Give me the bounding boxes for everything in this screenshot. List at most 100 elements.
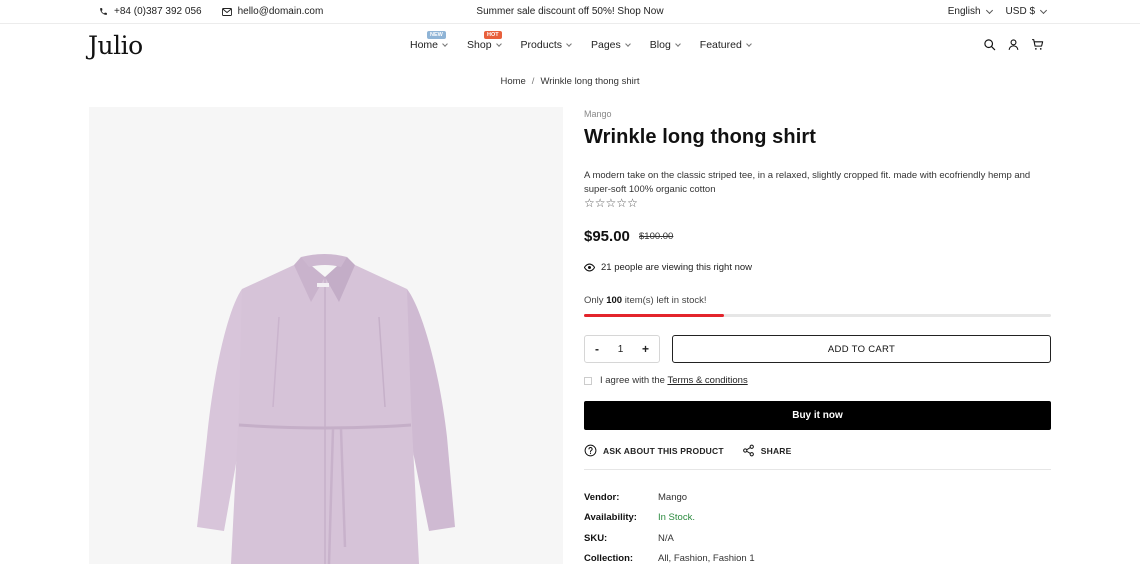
product-price: $95.00 — [584, 228, 630, 245]
agree-label: I agree with the — [600, 375, 665, 386]
meta-value: N/A — [658, 532, 674, 544]
meta-value[interactable]: All, Fashion, Fashion 1 — [658, 553, 755, 564]
meta-key: SKU: — [584, 532, 608, 544]
new-badge: NEW — [427, 31, 446, 39]
search-icon[interactable] — [983, 38, 996, 51]
hot-badge: HOT — [484, 31, 502, 39]
share-label: SHARE — [760, 445, 792, 456]
site-logo[interactable]: Julio — [88, 31, 143, 60]
stock-notice: Only 100 item(s) left in stock! — [584, 295, 707, 306]
increase-button[interactable]: + — [642, 342, 649, 356]
nav-item-shop[interactable]: Shop HOT — [467, 31, 502, 51]
stock-prefix: Only — [584, 295, 604, 306]
chevron-down-icon — [985, 6, 993, 14]
promo-text[interactable]: Summer sale discount off 50%! Shop Now — [476, 6, 663, 17]
viewing-text: 21 people are viewing this right now — [601, 262, 753, 273]
nav-label: Home — [410, 39, 439, 51]
mail-icon — [221, 7, 232, 16]
divider — [584, 469, 1051, 470]
eye-icon — [584, 263, 595, 272]
quantity-stepper: - 1 + — [584, 335, 660, 363]
agree-checkbox[interactable] — [584, 376, 592, 385]
nav-item-home[interactable]: Home NEW — [410, 31, 448, 51]
meta-row-collection: Collection: All, Fashion, Fashion 1 — [584, 553, 755, 564]
quantity-value[interactable]: 1 — [618, 344, 624, 355]
add-to-cart-button[interactable]: ADD TO CART — [672, 335, 1051, 363]
product-vendor[interactable]: Mango — [584, 109, 612, 119]
nav-label: Blog — [649, 39, 671, 51]
chevron-down-icon — [566, 40, 572, 47]
phone-icon — [100, 8, 107, 15]
stock-progress-fill — [584, 314, 725, 317]
nav-item-products[interactable]: Products — [520, 39, 572, 51]
product-image — [197, 254, 455, 564]
nav-label: Featured — [699, 39, 742, 51]
meta-value[interactable]: Mango — [658, 492, 687, 512]
main-nav: Home NEW Shop HOT Products Pages Blog Fe… — [410, 31, 752, 51]
cart-icon[interactable] — [1031, 38, 1044, 51]
language-selector[interactable]: English — [947, 6, 993, 17]
product-title: Wrinkle long thong shirt — [584, 126, 817, 148]
stock-progress-bar — [584, 314, 1051, 317]
meta-row-sku: SKU: N/A — [584, 533, 755, 553]
currency-label: USD $ — [1005, 6, 1035, 17]
rating-stars[interactable]: ☆☆☆☆☆ — [584, 196, 638, 210]
breadcrumb-home[interactable]: Home — [500, 76, 525, 87]
meta-row-availability: Availability: In Stock. — [584, 512, 755, 532]
agree-text: I agree with the Terms & conditions — [600, 375, 748, 386]
star-icon: ☆ — [605, 196, 617, 210]
meta-key: Availability: — [584, 512, 637, 524]
star-icon: ☆ — [584, 196, 595, 210]
chevron-down-icon — [624, 40, 631, 47]
stock-suffix: item(s) left in stock! — [624, 295, 707, 306]
header-icons — [983, 38, 1044, 51]
breadcrumb-current: Wrinkle long thong shirt — [540, 76, 640, 87]
nav-label: Products — [520, 39, 562, 51]
breadcrumb-separator: / — [531, 76, 535, 87]
chevron-down-icon — [495, 40, 502, 47]
email-contact[interactable]: hello@domain.com — [221, 6, 324, 17]
nav-label: Shop — [467, 39, 492, 51]
language-label: English — [947, 6, 981, 17]
breadcrumb: Home / Wrinkle long thong shirt — [0, 76, 1140, 87]
share-product[interactable]: SHARE — [742, 444, 792, 457]
ask-label: ASK ABOUT THIS PRODUCT — [603, 445, 724, 456]
user-icon[interactable] — [1007, 38, 1020, 51]
nav-item-featured[interactable]: Featured — [699, 39, 752, 51]
product-description: A modern take on the classic striped tee… — [584, 170, 1031, 195]
top-bar: +84 (0)387 392 056 hello@domain.com Summ… — [0, 0, 1140, 24]
live-viewers: 21 people are viewing this right now — [584, 262, 752, 273]
chevron-down-icon — [442, 40, 448, 47]
locale-selectors: English USD $ — [947, 6, 1048, 17]
meta-key: Collection: — [584, 552, 634, 564]
contact-info: +84 (0)387 392 056 hello@domain.com — [99, 6, 323, 17]
ask-about-product[interactable]: ASK ABOUT THIS PRODUCT — [584, 444, 724, 457]
nav-item-blog[interactable]: Blog — [649, 39, 681, 51]
chevron-down-icon — [1039, 6, 1048, 14]
compare-price: $100.00 — [639, 231, 674, 242]
nav-label: Pages — [590, 39, 621, 51]
chevron-down-icon — [674, 40, 681, 47]
nav-item-pages[interactable]: Pages — [590, 39, 631, 51]
currency-selector[interactable]: USD $ — [1005, 6, 1048, 17]
product-meta: Vendor: Mango Availability: In Stock. SK… — [584, 492, 755, 564]
product-gallery[interactable] — [89, 107, 563, 564]
decrease-button[interactable]: - — [595, 342, 599, 356]
question-circle-icon — [584, 444, 597, 457]
buy-now-button[interactable]: Buy it now — [584, 401, 1051, 430]
meta-value: In Stock. — [658, 512, 695, 524]
meta-row-vendor: Vendor: Mango — [584, 492, 755, 512]
stock-count: 100 — [606, 295, 623, 306]
email-address: hello@domain.com — [237, 6, 324, 17]
product-actions: ASK ABOUT THIS PRODUCT SHARE — [584, 444, 792, 457]
main-header: Julio Home NEW Shop HOT Products Pages B… — [0, 24, 1140, 66]
phone-contact[interactable]: +84 (0)387 392 056 — [99, 6, 202, 17]
star-icon: ☆ — [616, 196, 628, 210]
terms-link[interactable]: Terms & conditions — [667, 375, 747, 386]
chevron-down-icon — [745, 40, 752, 47]
star-icon: ☆ — [627, 196, 638, 210]
meta-key: Vendor: — [584, 492, 620, 503]
phone-number: +84 (0)387 392 056 — [114, 6, 202, 17]
terms-agreement: I agree with the Terms & conditions — [584, 375, 748, 386]
share-icon — [742, 444, 754, 457]
